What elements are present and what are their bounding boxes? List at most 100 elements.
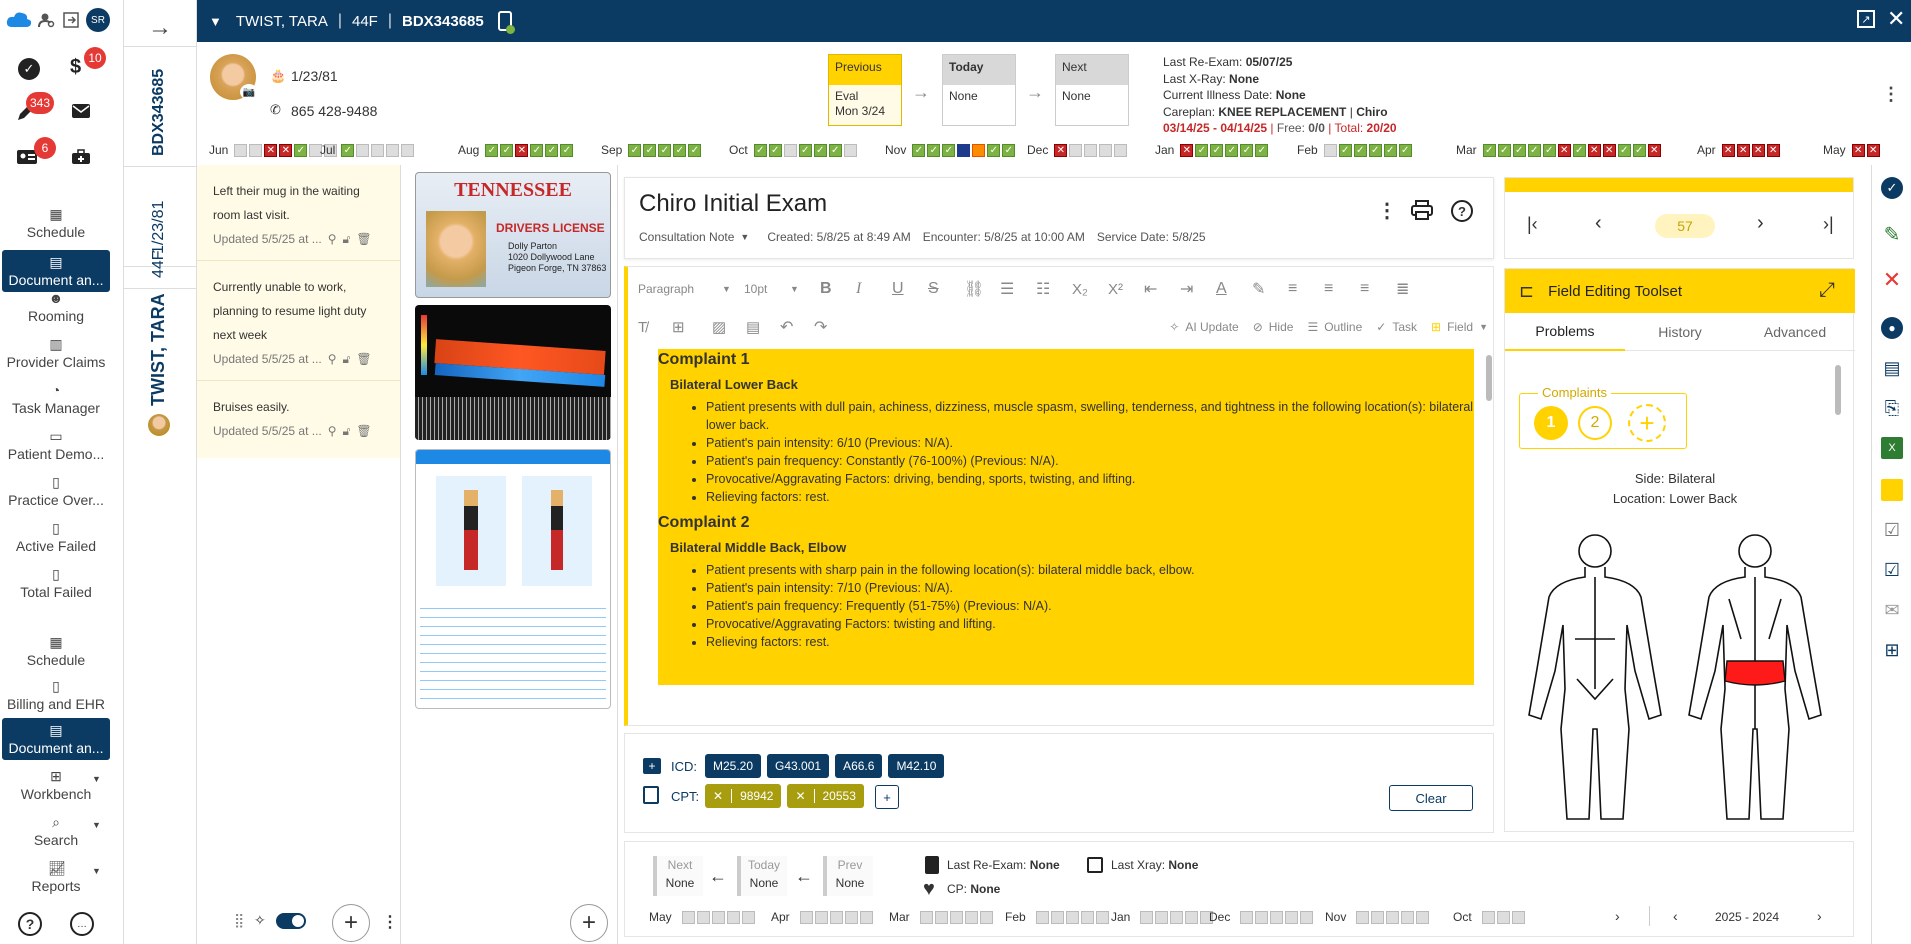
check-circle-icon[interactable]: ✓: [1881, 177, 1903, 199]
nav-item[interactable]: ▯ Practice Over...: [2, 474, 110, 508]
visit-square[interactable]: ✕: [1851, 143, 1865, 157]
visit-square[interactable]: ✕: [515, 143, 529, 157]
task-icon[interactable]: ✓: [1376, 320, 1386, 334]
check-circle-icon[interactable]: ✓: [18, 58, 40, 80]
visit-square[interactable]: [1371, 910, 1385, 924]
nav-item[interactable]: ▯ Total Failed: [2, 566, 110, 600]
account-circle-icon[interactable]: ●: [1881, 317, 1903, 339]
outline-button[interactable]: Outline: [1324, 320, 1362, 334]
visit-square[interactable]: ✓: [688, 143, 702, 157]
visit-square[interactable]: [979, 910, 993, 924]
complaint-1-button[interactable]: 1: [1534, 406, 1568, 440]
align-center-icon[interactable]: ≡: [1324, 280, 1360, 298]
visit-square[interactable]: ✓: [813, 143, 827, 157]
visit-square[interactable]: ✓: [1225, 143, 1239, 157]
bottom-prev-box[interactable]: Prev None: [823, 856, 873, 896]
bold-icon[interactable]: B: [820, 280, 856, 298]
nav-item[interactable]: ◔ Task Manager: [2, 382, 110, 416]
next-page-icon[interactable]: ›: [1757, 212, 1764, 235]
outdent-icon[interactable]: ⇤: [1144, 279, 1180, 299]
field-add-icon[interactable]: ⊞: [1431, 320, 1441, 334]
timeline-month[interactable]: May ✕ ✕: [1823, 143, 1880, 157]
next-visit-box[interactable]: Next None: [1055, 54, 1129, 126]
visit-square[interactable]: ✕: [1602, 143, 1616, 157]
bottom-next-box[interactable]: Next None: [653, 856, 703, 896]
toolset-scrollbar[interactable]: [1835, 365, 1841, 415]
visit-square[interactable]: [957, 143, 971, 157]
template-icon[interactable]: ▤: [746, 318, 780, 336]
visit-square[interactable]: ✓: [987, 143, 1001, 157]
dollar-icon[interactable]: $: [70, 56, 81, 79]
font-size-select[interactable]: 10pt: [744, 282, 790, 296]
caret-down-icon[interactable]: ▼: [92, 774, 101, 784]
visit-square[interactable]: [783, 143, 797, 157]
add-image-button[interactable]: +: [570, 904, 608, 942]
visit-square[interactable]: [371, 143, 385, 157]
timeline-month[interactable]: Jan ✕ ✓ ✓ ✓ ✓ ✓: [1155, 143, 1269, 157]
visit-square[interactable]: [1323, 143, 1337, 157]
task-add-icon[interactable]: ☑: [1881, 559, 1903, 581]
visit-square[interactable]: ✕: [1587, 143, 1601, 157]
visit-square[interactable]: [972, 143, 986, 157]
first-page-icon[interactable]: |‹: [1527, 214, 1538, 235]
visit-square[interactable]: ✓: [545, 143, 559, 157]
visit-square[interactable]: ✕: [1054, 143, 1068, 157]
lock-icon[interactable]: 🔓︎: [343, 419, 351, 443]
bottom-month[interactable]: Oct: [1453, 910, 1525, 924]
camera-icon[interactable]: 📷: [240, 84, 258, 100]
visit-square[interactable]: ✓: [1482, 143, 1496, 157]
visit-square[interactable]: ✓: [341, 143, 355, 157]
cancel-icon[interactable]: ✕: [1881, 267, 1903, 292]
complaint-2-button[interactable]: 2: [1578, 406, 1612, 440]
visit-square[interactable]: ✓: [1210, 143, 1224, 157]
subscript-icon[interactable]: X₂: [1072, 281, 1108, 298]
visit-square[interactable]: [1386, 910, 1400, 924]
visit-square[interactable]: [934, 910, 948, 924]
note-type-select[interactable]: Consultation Note: [639, 230, 734, 244]
visit-square[interactable]: ✕: [1647, 143, 1661, 157]
nav-item[interactable]: ▯ Active Failed: [2, 520, 110, 554]
more-vertical-icon[interactable]: ⋮: [1882, 84, 1900, 105]
ai-update-button[interactable]: AI Update: [1185, 320, 1238, 334]
nav-item[interactable]: ⊞ Workbench ▼: [2, 768, 110, 802]
visit-square[interactable]: [1511, 910, 1525, 924]
medical-kit-icon[interactable]: ⊞: [1881, 639, 1903, 661]
visit-square[interactable]: ✓: [1002, 143, 1016, 157]
trash-icon[interactable]: 🗑︎: [356, 227, 371, 251]
timeline-month[interactable]: Sep ✓ ✓ ✓ ✓ ✓: [601, 143, 702, 157]
visit-square[interactable]: [859, 910, 873, 924]
remove-cpt-icon[interactable]: ✕: [705, 789, 733, 803]
chevron-right-icon[interactable]: ›: [1615, 908, 1620, 924]
ordered-list-icon[interactable]: ☰: [1000, 279, 1036, 299]
visit-square[interactable]: [741, 910, 755, 924]
visit-square[interactable]: ✓: [1497, 143, 1511, 157]
broom-icon[interactable]: ✧: [254, 912, 266, 929]
bottom-month[interactable]: Jan: [1111, 910, 1214, 924]
visit-square[interactable]: ✓: [1195, 143, 1209, 157]
hide-button[interactable]: Hide: [1269, 320, 1294, 334]
visit-square[interactable]: [843, 143, 857, 157]
patient-mini-avatar[interactable]: [148, 414, 170, 436]
visit-square[interactable]: [726, 910, 740, 924]
timeline-month[interactable]: Nov ✓ ✓ ✓ ✓ ✓: [885, 143, 1016, 157]
visit-square[interactable]: [1270, 910, 1284, 924]
visit-square[interactable]: ✓: [628, 143, 642, 157]
nav-item[interactable]: ▭ Patient Demo...: [2, 428, 110, 462]
visit-square[interactable]: [1185, 910, 1199, 924]
visit-square[interactable]: ✓: [798, 143, 812, 157]
logout-icon[interactable]: [62, 11, 80, 29]
visit-square[interactable]: [696, 910, 710, 924]
pin-icon[interactable]: ⚲: [328, 419, 337, 443]
clear-format-icon[interactable]: T̸: [638, 319, 672, 336]
visit-square[interactable]: [1035, 910, 1049, 924]
chat-icon[interactable]: …: [70, 912, 94, 936]
icd-code-tag[interactable]: A66.6: [835, 754, 883, 778]
visit-square[interactable]: [1300, 910, 1314, 924]
visit-square[interactable]: [1114, 143, 1128, 157]
nav-item[interactable]: ☻ Rooming: [2, 290, 110, 324]
more-vertical-icon[interactable]: ⋮: [1377, 198, 1397, 223]
nav-item[interactable]: ▤ Document an...: [2, 718, 110, 760]
editor-scrollbar[interactable]: [1486, 355, 1492, 401]
paragraph-select[interactable]: Paragraph: [638, 282, 722, 296]
lock-icon[interactable]: 🔓︎: [343, 347, 351, 371]
